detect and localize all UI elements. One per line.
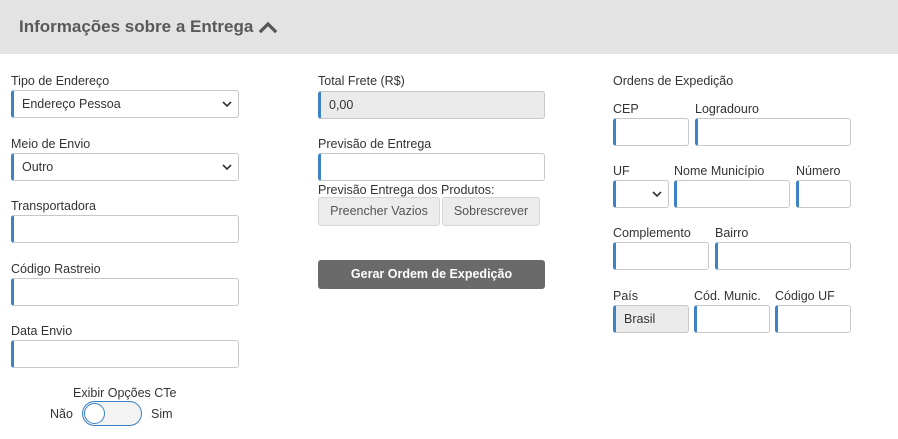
- gerar-ordem-button[interactable]: Gerar Ordem de Expedição: [318, 260, 545, 289]
- chevron-down-icon: [222, 101, 232, 108]
- meio-envio-select[interactable]: Outro: [11, 153, 239, 181]
- previsao-entrega-input[interactable]: [318, 153, 545, 181]
- cte-off-label: Não: [50, 407, 73, 421]
- tipo-endereco-value: Endereço Pessoa: [22, 97, 121, 111]
- cod-munic-input[interactable]: [694, 305, 770, 333]
- section-header[interactable]: Informações sobre a Entrega: [0, 0, 898, 54]
- codigo-rastreio-label: Código Rastreio: [11, 262, 101, 276]
- chevron-down-icon: [222, 164, 232, 171]
- meio-envio-value: Outro: [22, 160, 54, 174]
- municipio-input[interactable]: [674, 180, 790, 208]
- tipo-endereco-select[interactable]: Endereço Pessoa: [11, 90, 239, 118]
- codigo-uf-label: Código UF: [775, 289, 835, 303]
- total-frete-input[interactable]: 0,00: [318, 91, 545, 119]
- cep-label: CEP: [613, 102, 639, 116]
- previsao-entrega-label: Previsão de Entrega: [318, 137, 432, 151]
- pais-label: País: [613, 289, 639, 303]
- codigo-rastreio-input[interactable]: [11, 278, 239, 306]
- total-frete-label: Total Frete (R$): [318, 74, 405, 88]
- cte-toggle-switch[interactable]: [82, 401, 142, 426]
- transportadora-input[interactable]: [11, 215, 239, 243]
- logradouro-input[interactable]: [695, 118, 851, 146]
- municipio-label: Nome Município: [674, 164, 765, 178]
- toggle-knob: [84, 403, 105, 424]
- transportadora-label: Transportadora: [11, 199, 96, 213]
- previsao-produtos-label: Previsão Entrega dos Produtos:: [318, 183, 495, 197]
- complemento-input[interactable]: [613, 242, 709, 270]
- chevron-up-icon[interactable]: [257, 16, 279, 38]
- cod-munic-label: Cód. Munic.: [694, 289, 761, 303]
- complemento-label: Complemento: [613, 226, 691, 240]
- uf-select[interactable]: [613, 180, 669, 208]
- preencher-vazios-button[interactable]: Preencher Vazios: [318, 197, 440, 226]
- bairro-label: Bairro: [715, 226, 749, 240]
- sobrescrever-button[interactable]: Sobrescrever: [442, 197, 540, 226]
- chevron-down-icon: [652, 191, 662, 198]
- uf-label: UF: [613, 164, 630, 178]
- codigo-uf-input[interactable]: [775, 305, 851, 333]
- bairro-input[interactable]: [715, 242, 851, 270]
- tipo-endereco-label: Tipo de Endereço: [11, 74, 110, 88]
- section-title: Informações sobre a Entrega: [19, 17, 254, 36]
- cte-on-label: Sim: [151, 407, 173, 421]
- numero-label: Número: [796, 164, 841, 178]
- cep-input[interactable]: [613, 118, 689, 146]
- numero-input[interactable]: [796, 180, 851, 208]
- pais-input[interactable]: Brasil: [613, 305, 689, 333]
- ordens-expedicao-title: Ordens de Expedição: [613, 74, 734, 88]
- data-envio-label: Data Envio: [11, 324, 73, 338]
- logradouro-label: Logradouro: [695, 102, 759, 116]
- meio-envio-label: Meio de Envio: [11, 137, 91, 151]
- cte-options-label: Exibir Opções CTe: [73, 386, 177, 400]
- data-envio-input[interactable]: [11, 340, 239, 368]
